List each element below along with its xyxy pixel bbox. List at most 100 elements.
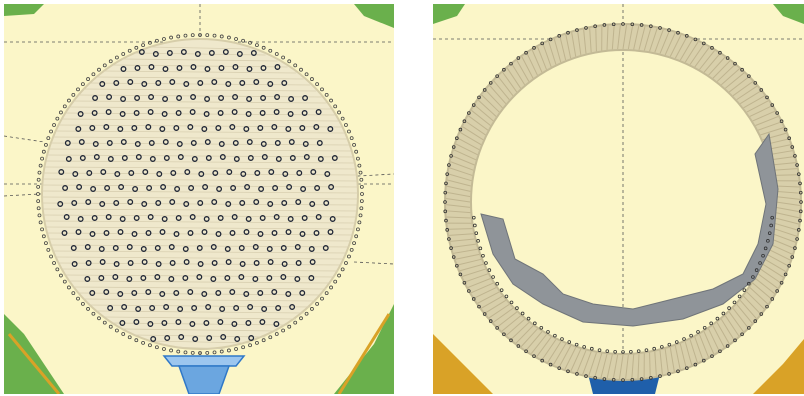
stitch-point	[560, 337, 564, 341]
stitch-point	[86, 77, 90, 81]
golf-ball-fill-drawing[interactable]	[4, 4, 394, 394]
stitch-point	[310, 307, 314, 311]
stitch-point	[352, 142, 356, 147]
stitch-point	[349, 247, 354, 252]
stitch-point	[702, 326, 707, 330]
stitch-point	[102, 320, 107, 325]
stitch-point	[636, 349, 641, 353]
stitch-point	[227, 35, 231, 40]
stitch-point	[134, 45, 139, 50]
stitch-point	[41, 149, 46, 154]
stitch-point	[46, 136, 51, 141]
stitch-point	[141, 43, 145, 48]
stitch-point	[274, 332, 279, 336]
stitch-point	[169, 35, 173, 40]
stitch-point	[81, 301, 85, 306]
stitch-point	[652, 346, 656, 351]
stitch-point	[41, 234, 46, 239]
stitch-point	[304, 311, 309, 316]
stitch-point	[52, 261, 56, 265]
stitch-point	[472, 215, 476, 220]
stitch-point	[227, 348, 231, 353]
stitch-point	[533, 321, 537, 326]
stitch-point	[36, 206, 41, 211]
stitch-point	[261, 338, 266, 343]
stitch-point	[91, 311, 96, 316]
stitch-point	[268, 48, 273, 53]
stitch-point	[67, 285, 71, 290]
stitch-point	[539, 326, 544, 330]
tee-stitches	[162, 355, 246, 394]
stitch-point	[55, 116, 60, 121]
stitch-point	[567, 340, 572, 344]
stitch-point	[205, 33, 210, 38]
stitch-point	[732, 300, 737, 305]
stitch-point	[696, 330, 700, 334]
stitch-point	[121, 52, 126, 56]
stitch-point	[287, 324, 292, 329]
stitch-point	[495, 281, 499, 286]
stitch-point	[62, 104, 67, 109]
stitch-point	[491, 275, 495, 279]
stitch-point	[183, 350, 188, 355]
guide-lines	[433, 4, 804, 394]
stitch-point	[354, 149, 359, 154]
stitch-point	[344, 261, 348, 265]
stitch-point	[241, 38, 245, 43]
stitch-point	[742, 288, 747, 292]
stitch-point	[644, 348, 649, 352]
stitch-point	[293, 320, 298, 325]
stitch-point	[38, 220, 43, 225]
stitch-point	[234, 347, 238, 351]
stitch-point	[91, 72, 96, 77]
stitch-point	[359, 206, 364, 211]
stitch-point	[358, 170, 363, 175]
stitch-point	[141, 340, 145, 345]
stitch-point	[674, 340, 679, 344]
stitch-point	[329, 98, 333, 103]
stitch-point	[359, 199, 364, 204]
stitch-point	[255, 340, 259, 345]
left-design-canvas[interactable]	[4, 4, 394, 394]
stitch-point	[474, 231, 479, 235]
stitch-point	[127, 48, 132, 53]
stitch-point	[71, 291, 76, 296]
stitch-point	[162, 37, 166, 41]
shadow-stitches	[480, 132, 779, 327]
stitch-point	[737, 294, 742, 299]
stitch-point	[268, 335, 273, 340]
stitch-point	[356, 156, 360, 161]
corner-stitches	[433, 4, 804, 394]
stitch-point	[520, 311, 525, 316]
stitch-point	[333, 279, 338, 284]
right-design-canvas[interactable]	[433, 4, 804, 394]
stitch-point	[97, 316, 101, 321]
stitch-point	[504, 294, 509, 299]
stitch-point	[484, 261, 488, 265]
stitch-point	[36, 184, 41, 189]
stitch-point	[49, 129, 53, 134]
stitch-point	[333, 104, 338, 109]
stitch-point	[52, 123, 56, 127]
stitch-point	[526, 316, 531, 321]
stitch-point	[476, 239, 480, 243]
stitch-point	[340, 267, 345, 272]
stitch-point	[320, 296, 324, 301]
stitch-point	[359, 184, 364, 189]
golf-ball-outline-drawing[interactable]	[433, 4, 804, 394]
stitch-point	[49, 254, 53, 259]
stitch-point	[37, 170, 42, 175]
stitch-point	[44, 241, 48, 246]
stitch-point	[359, 177, 364, 182]
stitch-point	[299, 67, 303, 72]
stitch-point	[315, 82, 319, 87]
stitch-point	[46, 247, 51, 252]
stitch-point	[324, 92, 329, 97]
stitch-point	[499, 288, 504, 292]
stitch-point	[205, 350, 210, 355]
stitch-point	[574, 342, 579, 347]
stitch-point	[340, 116, 345, 121]
stitch-point	[347, 254, 351, 259]
stitch-point	[481, 253, 485, 258]
stitch-point	[515, 306, 519, 310]
